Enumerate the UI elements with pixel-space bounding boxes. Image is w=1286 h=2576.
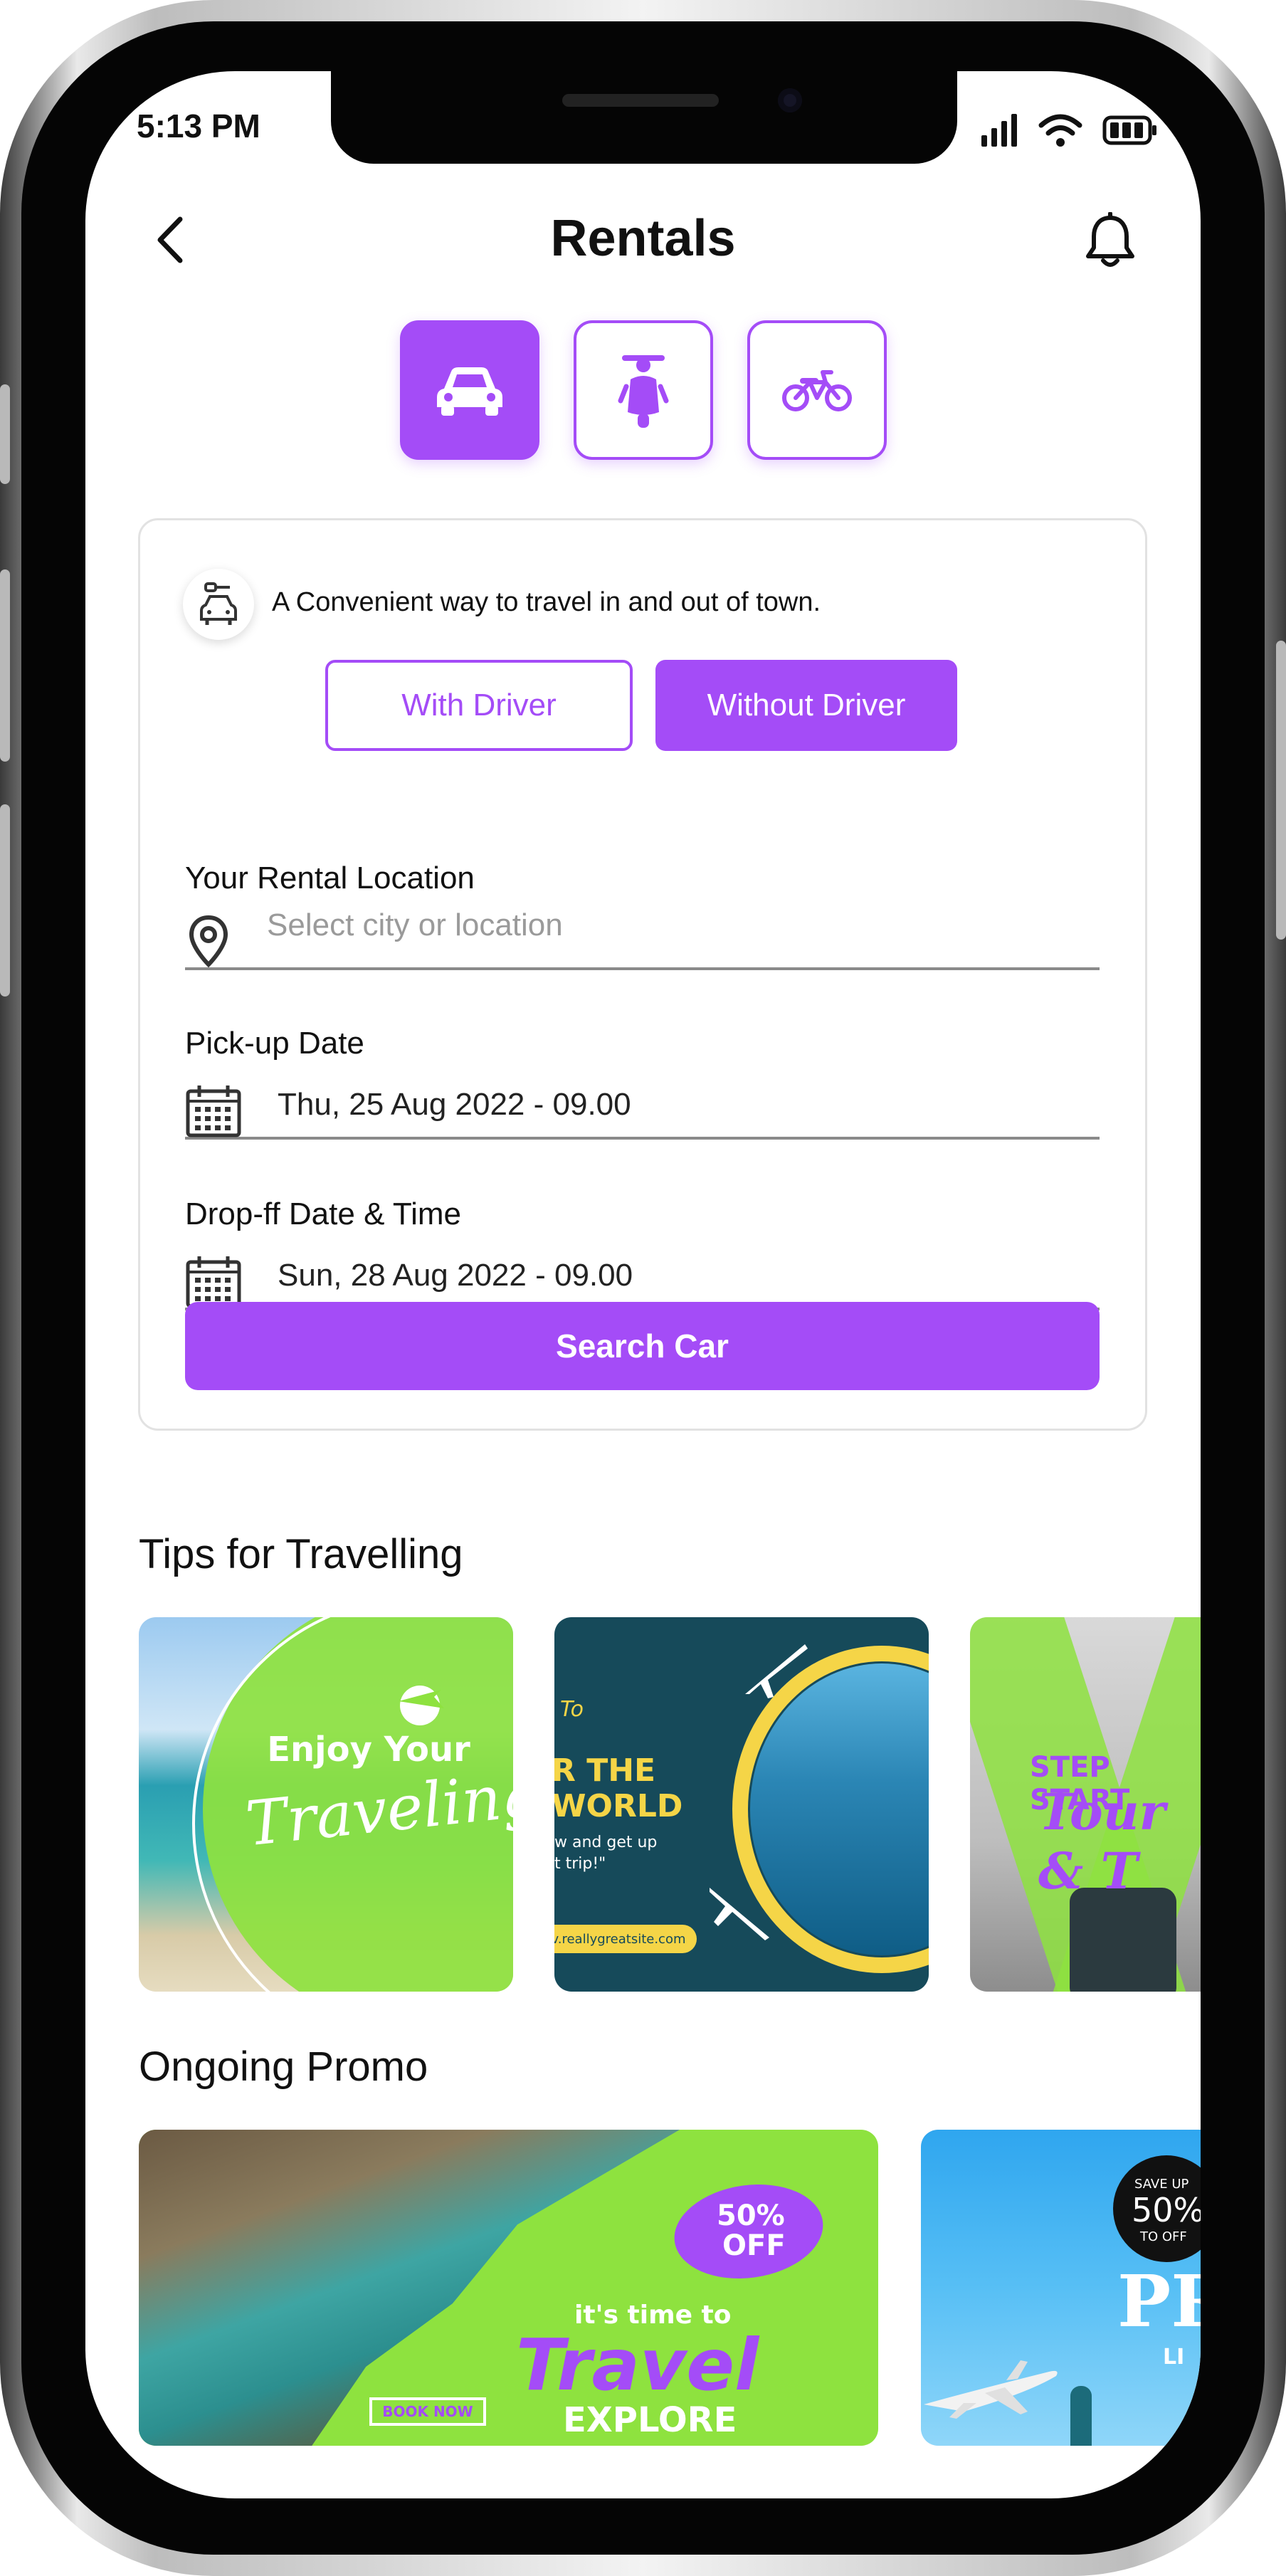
promo-badge-off: OFF	[722, 2229, 786, 2262]
tab-scooter[interactable]	[573, 320, 713, 460]
car-rental-icon	[183, 569, 254, 640]
tips-section-title: Tips for Travelling	[139, 1531, 463, 1577]
battery-icon	[1102, 115, 1156, 145]
vehicle-type-tabs	[85, 320, 1201, 460]
calendar-icon	[186, 1256, 241, 1308]
card-tagline: A Convenient way to travel in and out of…	[272, 587, 821, 617]
promo-sale-line3: TO OFF	[1140, 2229, 1187, 2244]
power-button	[1276, 641, 1286, 940]
notch	[331, 71, 957, 164]
car-icon	[436, 367, 502, 416]
airplane-icon	[710, 1888, 769, 1940]
airplane-icon	[924, 2360, 1058, 2419]
app-screen: 5:13 PM Rentals A Convenient way to trav…	[85, 71, 1201, 2498]
page-title: Rentals	[550, 210, 736, 267]
tip-card-enjoy-traveling[interactable]: Enjoy Your Traveling	[139, 1617, 513, 1992]
promo-sale-line2: 50%	[1132, 2191, 1201, 2229]
tab-motorbike[interactable]	[747, 320, 887, 460]
volume-down-button	[0, 804, 10, 997]
tab-car[interactable]	[399, 320, 539, 460]
speaker-grille	[562, 94, 719, 107]
volume-up-button	[0, 569, 10, 762]
tip-card-step-start[interactable]: STEP START Tour & T	[970, 1617, 1201, 1992]
header: Rentals	[85, 199, 1201, 278]
camera	[778, 88, 802, 112]
status-time: 5:13 PM	[137, 107, 260, 144]
wifi-icon	[1038, 114, 1082, 147]
promo-sub: EXPLORE	[563, 2400, 737, 2440]
promo-sale-sub: LI	[1163, 2345, 1185, 2370]
rental-form-card: A Convenient way to travel in and out of…	[138, 518, 1147, 1431]
pickup-date-value: Thu, 25 Aug 2022 - 09.00	[278, 1087, 631, 1122]
tip-card-luggage	[1070, 1888, 1176, 1992]
tip-card-body-1: w and get up	[554, 1834, 658, 1851]
tip-card-heading-1: R THE	[554, 1752, 656, 1789]
with-driver-button[interactable]: With Driver	[325, 660, 633, 751]
airplane-icon	[745, 1644, 808, 1698]
tip-card-world[interactable]: To R THE WORLD w and get up t trip!" v.r…	[554, 1617, 929, 1992]
promo-sale-headline: PR	[1117, 2259, 1201, 2343]
promo-sale-line1: SAVE UP	[1134, 2177, 1189, 2192]
pickup-label: Pick-up Date	[185, 1026, 364, 1061]
without-driver-button[interactable]: Without Driver	[655, 660, 957, 751]
search-car-button[interactable]: Search Car	[185, 1302, 1100, 1390]
location-pin-icon	[189, 915, 228, 967]
globe-plane-icon	[399, 1686, 444, 1725]
dropoff-date-field[interactable]: Sun, 28 Aug 2022 - 09.00	[185, 1242, 1100, 1310]
dropoff-date-value: Sun, 28 Aug 2022 - 09.00	[278, 1258, 633, 1293]
tip-card-heading-2: WORLD	[554, 1788, 683, 1824]
dropoff-label: Drop-ff Date & Time	[185, 1197, 461, 1231]
motorbike-icon	[781, 370, 852, 411]
location-input[interactable]: Select city or location	[267, 908, 563, 943]
location-field[interactable]: Select city or location	[185, 902, 1100, 970]
tip-card-script: Tour & T	[1038, 1782, 1166, 1901]
status-icons	[980, 114, 1158, 147]
bell-icon	[1086, 211, 1134, 267]
location-label: Your Rental Location	[185, 861, 475, 895]
tip-card-to: To	[560, 1697, 584, 1722]
signal-icon	[981, 114, 1017, 147]
tip-card-line1: Enjoy Your	[267, 1730, 470, 1770]
promo-book-now-button[interactable]: BOOK NOW	[369, 2397, 486, 2426]
pickup-date-field[interactable]: Thu, 25 Aug 2022 - 09.00	[185, 1071, 1100, 1140]
silent-switch	[0, 384, 10, 484]
promo-sale-figure	[1070, 2386, 1092, 2446]
notifications-button[interactable]	[1084, 211, 1137, 273]
promo-headline: Travel	[516, 2323, 759, 2407]
tip-card-url: v.reallygreatsite.com	[554, 1925, 697, 1953]
tip-card-body-2: t trip!"	[554, 1855, 606, 1873]
promo-card-sale[interactable]: SAVE UP 50% TO OFF PR LI	[921, 2130, 1201, 2446]
calendar-icon	[186, 1085, 241, 1137]
promo-section-title: Ongoing Promo	[139, 2044, 428, 2090]
scooter-icon	[618, 355, 668, 428]
promo-card-travel[interactable]: 50% OFF it's time to Travel EXPLORE BOOK…	[139, 2130, 878, 2446]
promo-badge-percent: 50%	[717, 2199, 785, 2232]
